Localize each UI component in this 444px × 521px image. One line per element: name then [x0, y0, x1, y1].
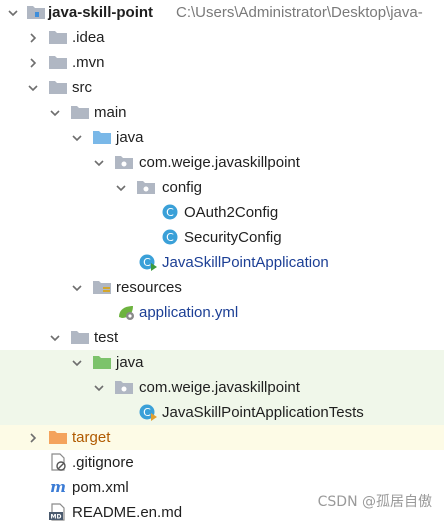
folder-icon: [49, 81, 67, 94]
folder-label: main: [94, 104, 127, 121]
folder-label: java: [116, 354, 144, 371]
package-icon: [115, 156, 133, 169]
tree-row-project-root[interactable]: java-skill-point C:\Users\Administrator\…: [0, 0, 444, 25]
folder-label: test: [94, 329, 119, 346]
tree-row-idea[interactable]: .idea: [0, 25, 444, 50]
package-icon: [137, 181, 155, 194]
package-icon: [115, 381, 133, 394]
tree-row-main-package[interactable]: com.weige.javaskillpoint: [0, 150, 444, 175]
file-label: pom.xml: [72, 479, 129, 496]
tree-row-test-package[interactable]: com.weige.javaskillpoint: [0, 375, 444, 400]
folder-label: resources: [116, 279, 182, 296]
markdown-file-icon: MD: [49, 503, 65, 521]
folder-icon: [71, 106, 89, 119]
tree-row-oauth2config[interactable]: C OAuth2Config: [0, 200, 444, 225]
file-label: .gitignore: [72, 454, 134, 471]
file-label: README.en.md: [72, 504, 183, 521]
folder-icon: [27, 6, 45, 19]
project-name: java-skill-point: [48, 4, 154, 21]
chevron-down-icon[interactable]: [92, 381, 106, 395]
chevron-down-icon[interactable]: [70, 281, 84, 295]
chevron-down-icon[interactable]: [92, 156, 106, 170]
excluded-folder-icon: [49, 431, 67, 444]
chevron-down-icon[interactable]: [48, 106, 62, 120]
tree-row-application-yml[interactable]: application.yml: [0, 300, 444, 325]
spring-config-icon: [119, 306, 134, 320]
tree-row-application-tests[interactable]: C JavaSkillPointApplicationTests: [0, 400, 444, 425]
class-icon: C: [162, 204, 178, 220]
folder-label: java: [116, 129, 144, 146]
chevron-right-icon[interactable]: [26, 31, 40, 45]
svg-text:C: C: [143, 256, 151, 269]
tree-row-test-java[interactable]: java: [0, 350, 444, 375]
tree-row-mvn[interactable]: .mvn: [0, 50, 444, 75]
chevron-down-icon[interactable]: [6, 6, 20, 20]
tree-row-securityconfig[interactable]: C SecurityConfig: [0, 225, 444, 250]
package-label: config: [162, 179, 203, 196]
svg-text:C: C: [166, 231, 174, 244]
watermark: CSDN @孤居自傲: [317, 494, 432, 510]
tree-row-test[interactable]: test: [0, 325, 444, 350]
svg-text:C: C: [166, 206, 174, 219]
maven-icon: m: [50, 478, 66, 496]
chevron-down-icon[interactable]: [26, 81, 40, 95]
tree-row-resources[interactable]: resources: [0, 275, 444, 300]
class-label: OAuth2Config: [184, 204, 279, 221]
file-label: application.yml: [139, 304, 239, 321]
test-class-icon: C: [139, 404, 157, 421]
project-tree: java-skill-point C:\Users\Administrator\…: [0, 0, 444, 521]
svg-text:C: C: [143, 406, 151, 419]
tree-row-main[interactable]: main: [0, 100, 444, 125]
tree-row-src[interactable]: src: [0, 75, 444, 100]
package-label: com.weige.javaskillpoint: [139, 379, 300, 396]
test-folder-icon: [93, 356, 111, 369]
chevron-down-icon[interactable]: [48, 331, 62, 345]
folder-label: .mvn: [72, 54, 105, 71]
chevron-down-icon[interactable]: [114, 181, 128, 195]
folder-label: src: [72, 79, 92, 96]
source-folder-icon: [93, 131, 111, 144]
folder-label: target: [72, 429, 111, 446]
ignored-file-icon: [51, 453, 66, 471]
folder-label: .idea: [72, 29, 105, 46]
tree-row-gitignore[interactable]: .gitignore: [0, 450, 444, 475]
project-path: C:\Users\Administrator\Desktop\java-: [176, 4, 423, 21]
resources-folder-icon: [93, 281, 111, 294]
tree-row-main-java[interactable]: java: [0, 125, 444, 150]
class-label: JavaSkillPointApplicationTests: [162, 404, 364, 421]
folder-icon: [71, 331, 89, 344]
chevron-right-icon[interactable]: [26, 431, 40, 445]
class-icon: C: [162, 229, 178, 245]
class-label: JavaSkillPointApplication: [162, 254, 329, 271]
svg-text:m: m: [50, 478, 66, 496]
tree-row-config[interactable]: config: [0, 175, 444, 200]
folder-icon: [49, 56, 67, 69]
folder-icon: [49, 31, 67, 44]
chevron-down-icon[interactable]: [70, 356, 84, 370]
chevron-down-icon[interactable]: [70, 131, 84, 145]
tree-row-target[interactable]: target: [0, 425, 444, 450]
package-label: com.weige.javaskillpoint: [139, 154, 300, 171]
tree-row-application-class[interactable]: C JavaSkillPointApplication: [0, 250, 444, 275]
class-label: SecurityConfig: [184, 229, 282, 246]
svg-text:MD: MD: [51, 514, 62, 521]
runnable-class-icon: C: [139, 254, 157, 271]
chevron-right-icon[interactable]: [26, 56, 40, 70]
